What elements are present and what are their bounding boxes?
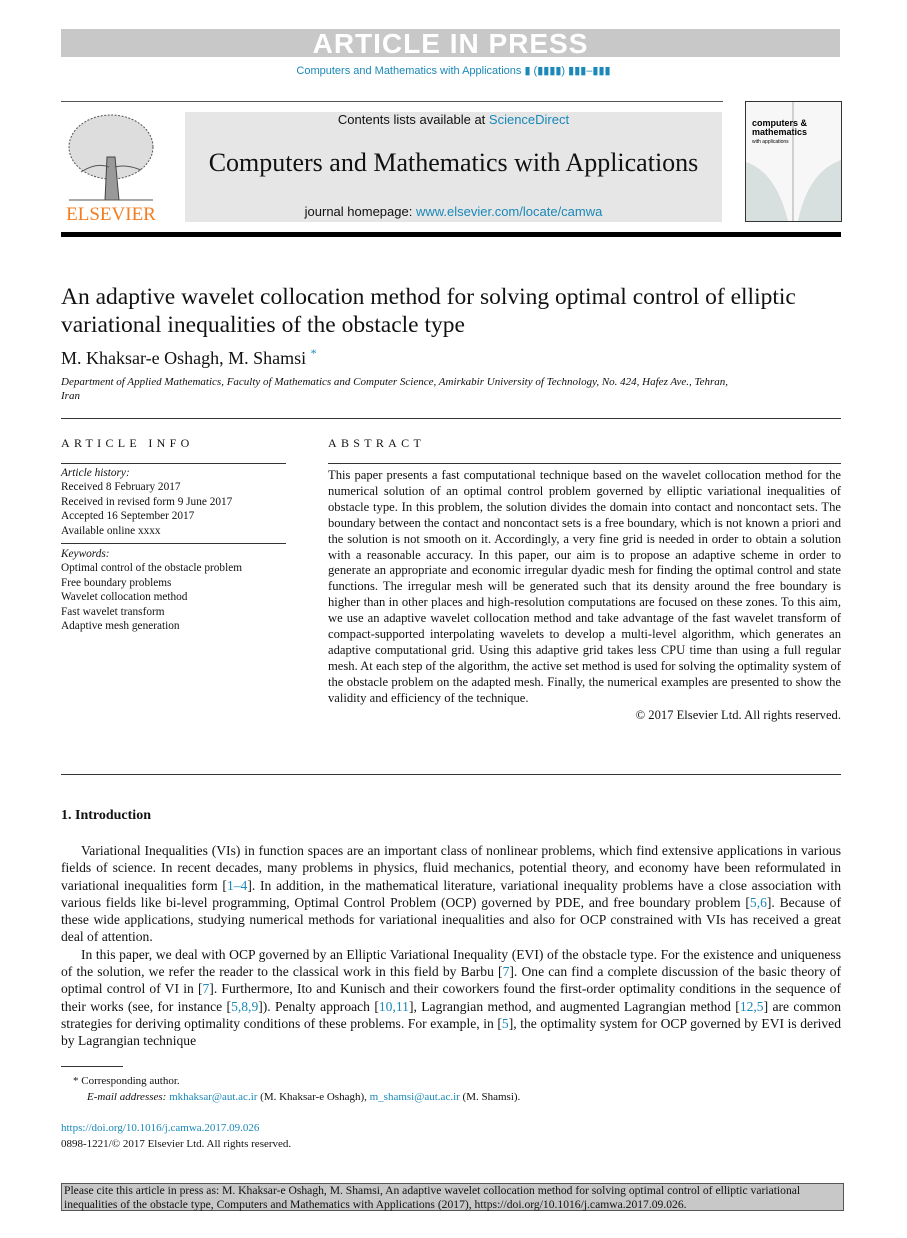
footnote: * Corresponding author. E-mail addresses… — [61, 1073, 520, 1105]
divider — [61, 418, 841, 419]
abstract-copyright: © 2017 Elsevier Ltd. All rights reserved… — [635, 707, 841, 722]
elsevier-logo[interactable]: ELSEVIER — [61, 112, 161, 225]
article-title: An adaptive wavelet collocation method f… — [61, 284, 796, 338]
reference-link[interactable]: 10,11 — [379, 999, 409, 1014]
journal-reference[interactable]: Computers and Mathematics with Applicati… — [0, 64, 907, 77]
authors: M. Khaksar-e Oshagh, M. Shamsi * — [61, 346, 317, 369]
divider — [61, 463, 286, 464]
keyword-item: Fast wavelet transform — [61, 605, 165, 618]
footnote-divider — [61, 1066, 123, 1067]
divider — [61, 543, 286, 545]
journal-homepage: journal homepage: www.elsevier.com/locat… — [185, 204, 722, 219]
paragraph: In this paper, we deal with OCP governed… — [61, 946, 841, 1050]
keywords-label: Keywords: — [61, 548, 110, 561]
publisher-name: ELSEVIER — [66, 204, 156, 222]
abstract-text: This paper presents a fast computational… — [328, 468, 841, 705]
footnote-mark: * — [73, 1075, 79, 1087]
article-info-heading: ARTICLE INFO — [61, 436, 194, 450]
contents-line: Contents lists available at ScienceDirec… — [185, 112, 722, 127]
keyword-item: Adaptive mesh generation — [61, 620, 180, 633]
abstract: This paper presents a fast computational… — [328, 468, 841, 724]
corresponding-author-note: Corresponding author. — [81, 1075, 180, 1087]
paragraph: Variational Inequalities (VIs) in functi… — [61, 842, 841, 946]
abstract-heading: ABSTRACT — [328, 436, 426, 450]
elsevier-tree-icon: ELSEVIER — [66, 114, 156, 225]
keyword-item: Optimal control of the obstacle problem — [61, 562, 243, 575]
issn-copyright: 0898-1221/© 2017 Elsevier Ltd. All right… — [61, 1138, 292, 1150]
doi-link[interactable]: https://doi.org/10.1016/j.camwa.2017.09.… — [61, 1122, 259, 1134]
history-list: Received 8 February 2017 Received in revi… — [61, 480, 286, 538]
homepage-label: journal homepage: — [304, 204, 416, 219]
email-owner-2: (M. Shamsi). — [459, 1091, 521, 1103]
history-item: Received 8 February 2017 — [61, 481, 181, 494]
article-info: Article history: Received 8 February 201… — [61, 466, 286, 633]
cover-title-3: with applications — [752, 139, 789, 145]
reference-link[interactable]: 12,5 — [740, 999, 764, 1014]
email-label: E-mail addresses: — [87, 1091, 170, 1103]
section-heading-introduction: 1. Introduction — [61, 808, 151, 823]
contents-label: Contents lists available at — [337, 112, 489, 127]
author-names: M. Khaksar-e Oshagh, M. Shamsi — [61, 348, 307, 368]
keywords-list: Optimal control of the obstacle problem F… — [61, 561, 286, 633]
corresponding-author-mark[interactable]: * — [311, 346, 317, 360]
divider — [328, 463, 841, 464]
history-label: Article history: — [61, 467, 130, 479]
article-in-press-banner: ARTICLE IN PRESS — [61, 29, 840, 58]
cover-image: computers & mathematics with application… — [746, 102, 841, 221]
journal-cover[interactable]: computers & mathematics with application… — [745, 101, 842, 222]
affiliation: Department of Applied Mathematics, Facul… — [61, 376, 729, 402]
text-segment: ]). Penalty approach [ — [258, 998, 379, 1014]
cover-title-2: mathematics — [752, 127, 807, 137]
reference-link[interactable]: 5 — [502, 1016, 509, 1031]
sciencedirect-link[interactable]: ScienceDirect — [489, 112, 569, 127]
reference-link[interactable]: 1–4 — [227, 878, 247, 893]
history-item: Received in revised form 9 June 2017 — [61, 495, 233, 508]
journal-title: Computers and Mathematics with Applicati… — [208, 148, 699, 177]
divider — [61, 101, 723, 102]
history-item: Available online xxxx — [61, 524, 161, 537]
homepage-link[interactable]: www.elsevier.com/locate/camwa — [416, 204, 602, 219]
keyword-item: Free boundary problems — [61, 576, 172, 589]
email-link-2[interactable]: m_shamsi@aut.ac.ir — [370, 1091, 460, 1103]
header-thick-rule — [61, 232, 841, 237]
text-segment: ], Lagrangian method, and augmented Lagr… — [408, 998, 740, 1014]
divider — [61, 774, 841, 775]
citation-box: Please cite this article in press as: M.… — [61, 1183, 844, 1211]
email-link-1[interactable]: mkhaksar@aut.ac.ir — [169, 1091, 257, 1103]
doi-block: https://doi.org/10.1016/j.camwa.2017.09.… — [61, 1120, 291, 1152]
history-item: Accepted 16 September 2017 — [61, 510, 195, 523]
introduction-body: Variational Inequalities (VIs) in functi… — [61, 842, 841, 1050]
keyword-item: Wavelet collocation method — [61, 591, 188, 604]
email-owner-1: (M. Khaksar-e Oshagh), — [257, 1091, 370, 1103]
reference-link[interactable]: 5,8,9 — [231, 999, 258, 1014]
reference-link[interactable]: 5,6 — [750, 895, 767, 910]
